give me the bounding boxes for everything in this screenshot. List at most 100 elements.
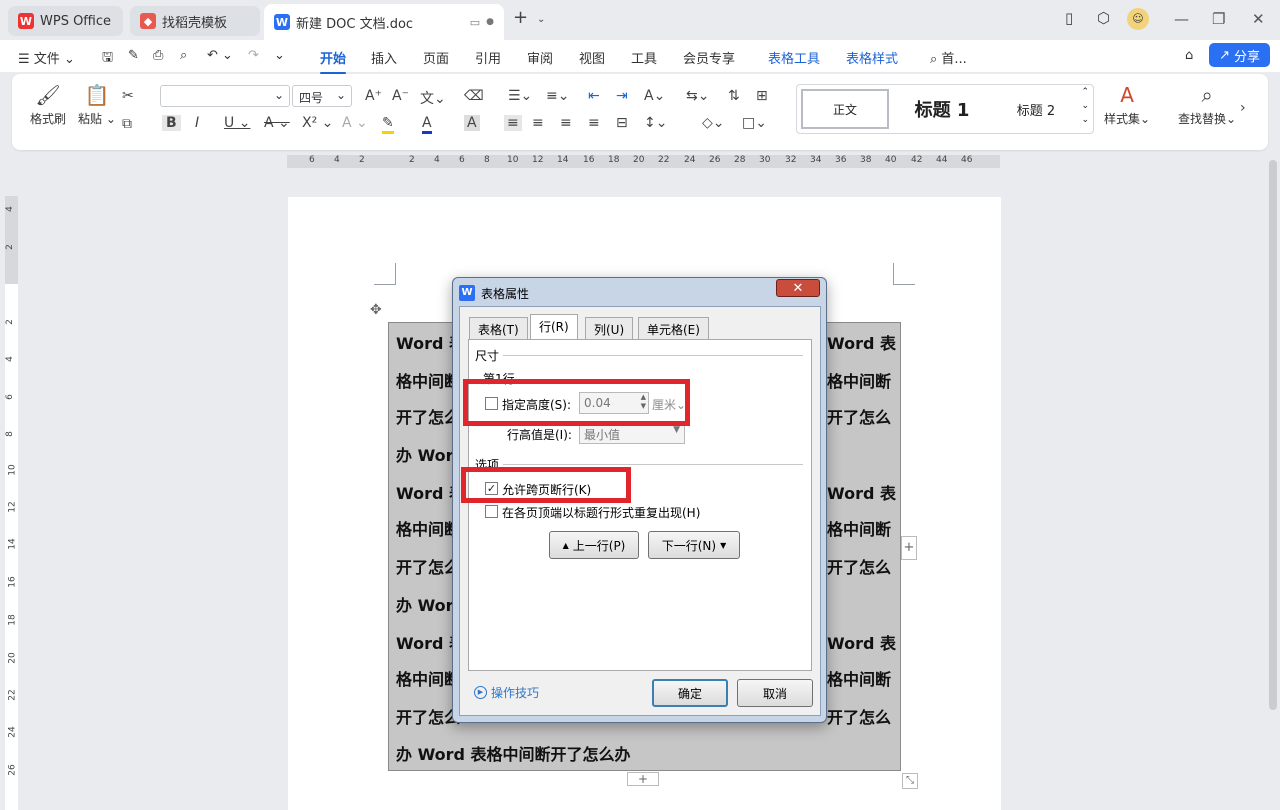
bold-icon[interactable]: B (162, 115, 181, 131)
style-heading-1[interactable]: 标题 1 (897, 89, 987, 129)
table-border-icon[interactable]: ⊞ (756, 88, 768, 104)
avatar[interactable]: ☺ (1127, 8, 1149, 30)
style-set-button[interactable]: A 样式集⌄ (1104, 84, 1150, 127)
menu-insert[interactable]: 插入 (371, 48, 397, 67)
next-row-button[interactable]: 下一行(N) ▼ (648, 531, 740, 559)
align-right-icon[interactable]: ≡ (560, 115, 572, 131)
find-replace-button[interactable]: ⌕ 查找替换⌄ (1178, 84, 1236, 127)
styles-expand-icon[interactable]: ⌄ (1081, 115, 1089, 125)
tab-new-doc[interactable]: W 新建 DOC 文档.doc ▭ ● (264, 4, 504, 40)
undo-icon[interactable]: ↶ ⌄ (207, 48, 233, 63)
highlight-icon[interactable]: ✎ (382, 115, 394, 134)
align-left-icon[interactable]: ≡ (504, 115, 522, 131)
shrink-font-icon[interactable]: A⁻ (392, 88, 409, 104)
format-painter-button[interactable]: 🖌 格式刷 (30, 84, 66, 127)
quick-access-more-icon[interactable]: ⌄ (274, 48, 285, 63)
tips-link[interactable]: ▶ 操作技巧 (474, 684, 539, 701)
vertical-ruler[interactable]: 4 2 2 4 6 8 10 12 14 16 18 20 22 24 26 (5, 196, 18, 810)
styles-scroll-up-icon[interactable]: ⌃ (1081, 87, 1089, 97)
line-spacing-icon[interactable]: ↕⌄ (644, 115, 667, 131)
cancel-button[interactable]: 取消 (737, 679, 813, 707)
sidebar-toggle-icon[interactable]: ▯ (1065, 9, 1073, 27)
sort-icon[interactable]: ⇅ (728, 88, 740, 104)
vertical-scrollbar[interactable] (1269, 160, 1277, 710)
chat-icon[interactable]: ⌂ (1185, 48, 1193, 63)
dialog-close-button[interactable]: ✕ (776, 279, 820, 297)
add-column-icon[interactable]: + (901, 536, 917, 560)
print-preview-icon[interactable]: ⌕ (180, 48, 187, 63)
borders-icon[interactable]: □⌄ (742, 115, 767, 131)
file-menu[interactable]: ☰ 文件 ⌄ (18, 48, 75, 67)
tab-wps-office[interactable]: W WPS Office (8, 6, 123, 36)
new-tab-plus-icon[interactable]: + (513, 7, 528, 28)
menu-page[interactable]: 页面 (423, 48, 449, 67)
menu-home[interactable]: 开始 (320, 48, 347, 74)
strikethrough-icon[interactable]: A ⌄ (264, 115, 290, 131)
share-button[interactable]: ↗ 分享 (1209, 43, 1270, 67)
menu-member[interactable]: 会员专享 (683, 48, 735, 67)
pinyin-icon[interactable]: 文⌄ (420, 88, 446, 108)
copy-icon[interactable]: ⧉ (122, 116, 132, 132)
table-move-handle-icon[interactable]: ✥ (370, 302, 382, 318)
tab-row[interactable]: 行(R) (530, 314, 578, 340)
close-window-icon[interactable]: ✕ (1252, 10, 1265, 28)
brush-icon[interactable]: ✎ (128, 48, 139, 63)
clear-format-icon[interactable]: ⌫ (464, 88, 484, 104)
grow-font-icon[interactable]: A⁺ (365, 88, 382, 104)
text-effect-icon[interactable]: A ⌄ (342, 115, 368, 131)
fill-color-icon[interactable]: ◇⌄ (702, 115, 725, 131)
paste-button[interactable]: 📋 粘贴 ⌄ (78, 84, 116, 127)
previous-row-button[interactable]: ▲ 上一行(P) (549, 531, 639, 559)
search-command[interactable]: ⌕ 首... (930, 48, 967, 67)
cut-icon[interactable]: ✂ (122, 88, 134, 104)
tab-column[interactable]: 列(U) (585, 317, 634, 339)
style-heading-2[interactable]: 标题 2 (997, 89, 1075, 129)
font-color-icon[interactable]: A (422, 115, 432, 134)
cube-icon[interactable]: ⬡ (1097, 9, 1110, 27)
justify-icon[interactable]: ≡ (588, 115, 600, 131)
tab-table[interactable]: 表格(T) (469, 317, 528, 339)
char-shading-icon[interactable]: A (464, 115, 480, 131)
font-size-select[interactable]: 四号 ⌄ (292, 85, 352, 107)
window-mode-icon[interactable]: ▭ (470, 16, 480, 29)
menu-references[interactable]: 引用 (475, 48, 501, 67)
table-resize-handle-icon[interactable]: ⤡ (902, 773, 918, 789)
text-direction-icon[interactable]: A⌄ (644, 88, 665, 104)
underline-icon[interactable]: U ⌄ (224, 115, 250, 131)
tab-list-chevron-icon[interactable]: ⌄ (537, 14, 545, 25)
print-icon[interactable]: ⎙ (153, 48, 163, 63)
decrease-indent-icon[interactable]: ⇤ (588, 88, 600, 104)
save-icon[interactable]: 🖫 (102, 48, 113, 70)
ribbon-next-icon[interactable]: › (1240, 100, 1246, 116)
font-name-select[interactable]: ⌄ (160, 85, 290, 107)
ok-button[interactable]: 确定 (652, 679, 728, 707)
italic-icon[interactable]: I (195, 115, 199, 131)
menu-tools[interactable]: 工具 (631, 48, 657, 67)
menu-review[interactable]: 审阅 (527, 48, 553, 67)
redo-icon[interactable]: ↷ (248, 48, 259, 63)
tab-label: WPS Office (40, 13, 112, 29)
menu-table-style[interactable]: 表格样式 (846, 48, 898, 67)
tab-cell[interactable]: 单元格(E) (638, 317, 709, 339)
restore-icon[interactable]: ❐ (1212, 10, 1225, 28)
style-normal[interactable]: 正文 (801, 89, 889, 129)
increase-indent-icon[interactable]: ⇥ (616, 88, 628, 104)
line-break-icon[interactable]: ⇆⌄ (686, 88, 709, 104)
ruler-tick: 4 (4, 206, 15, 212)
numbering-icon[interactable]: ≡⌄ (546, 88, 569, 104)
minimize-icon[interactable]: — (1174, 10, 1189, 28)
styles-scroll-down-icon[interactable]: ⌄ (1081, 101, 1089, 111)
ruler-tick: 16 (7, 576, 18, 588)
add-row-icon[interactable]: + (627, 772, 659, 786)
bullets-icon[interactable]: ☰⌄ (508, 88, 532, 104)
tab-docer-templates[interactable]: ◆ 找稻壳模板 (130, 6, 260, 36)
repeat-header-checkbox[interactable] (485, 505, 498, 518)
align-center-icon[interactable]: ≡ (532, 115, 544, 131)
superscript-icon[interactable]: X² ⌄ (302, 115, 333, 131)
horizontal-ruler[interactable]: 6 4 2 2 4 6 8 10 12 14 16 18 20 22 24 26… (287, 155, 1000, 168)
repeat-header-label: 在各页顶端以标题行形式重复出现(H) (502, 506, 701, 520)
table-text-line: Word 表 (827, 334, 896, 353)
distribute-icon[interactable]: ⊟ (616, 115, 628, 131)
menu-table-tools[interactable]: 表格工具 (768, 48, 820, 67)
menu-view[interactable]: 视图 (579, 48, 605, 67)
